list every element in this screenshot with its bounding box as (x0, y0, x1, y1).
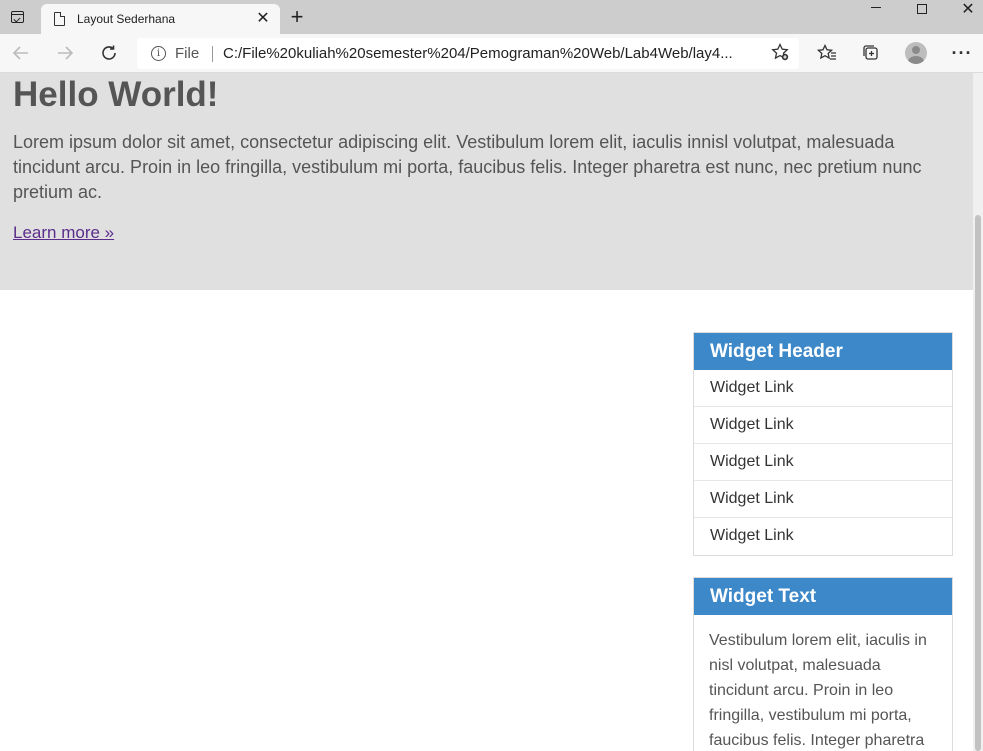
file-label: File (175, 45, 200, 62)
address-separator (212, 46, 213, 62)
hero-section: Hello World! Lorem ipsum dolor sit amet,… (0, 73, 973, 290)
new-tab-button[interactable]: + (286, 5, 308, 29)
widget-link[interactable]: Widget Link (694, 370, 952, 407)
maximize-button[interactable] (899, 0, 945, 34)
browser-tab[interactable]: Layout Sederhana ✕ (41, 4, 280, 34)
reload-icon[interactable] (93, 38, 125, 68)
info-icon[interactable]: i (151, 46, 166, 61)
collections-icon[interactable] (855, 38, 887, 68)
forward-arrow-icon[interactable] (49, 38, 81, 68)
add-favorite-icon[interactable] (769, 42, 791, 65)
widget-link[interactable]: Widget Link (694, 481, 952, 518)
favorites-icon[interactable] (811, 38, 843, 68)
widget-links: Widget Header Widget Link Widget Link Wi… (693, 332, 953, 556)
url-text[interactable]: C:/File%20kuliah%20semester%204/Pemogram… (223, 45, 763, 62)
minimize-button[interactable] (853, 0, 899, 34)
widget-header-title: Widget Header (694, 333, 952, 370)
hero-heading: Hello World! (13, 75, 219, 114)
address-bar[interactable]: i File C:/File%20kuliah%20semester%204/P… (137, 38, 799, 69)
page-viewport: Hello World! Lorem ipsum dolor sit amet,… (0, 73, 973, 751)
more-icon[interactable]: ··· (946, 38, 978, 68)
learn-more-link[interactable]: Learn more » (13, 223, 114, 243)
browser-titlebar: Layout Sederhana ✕ + ✕ (0, 0, 983, 34)
widget-text: Widget Text Vestibulum lorem elit, iacul… (693, 577, 953, 751)
widget-link[interactable]: Widget Link (694, 407, 952, 444)
window-close-button[interactable]: ✕ (945, 0, 983, 34)
widget-link[interactable]: Widget Link (694, 518, 952, 555)
scrollbar-thumb[interactable] (975, 215, 981, 751)
page-icon (54, 12, 65, 26)
tab-close-button[interactable]: ✕ (253, 9, 273, 29)
hero-paragraph: Lorem ipsum dolor sit amet, consectetur … (13, 132, 922, 202)
widget-text-body: Vestibulum lorem elit, iaculis in nisl v… (709, 632, 927, 749)
back-arrow-icon[interactable] (5, 38, 37, 68)
vertical-scrollbar[interactable] (973, 73, 983, 751)
window-menu-icon[interactable] (0, 0, 34, 34)
profile-icon[interactable] (900, 38, 932, 68)
widget-link[interactable]: Widget Link (694, 444, 952, 481)
browser-toolbar: i File C:/File%20kuliah%20semester%204/P… (0, 34, 983, 73)
tab-title: Layout Sederhana (77, 12, 176, 26)
widget-text-title: Widget Text (694, 578, 952, 615)
